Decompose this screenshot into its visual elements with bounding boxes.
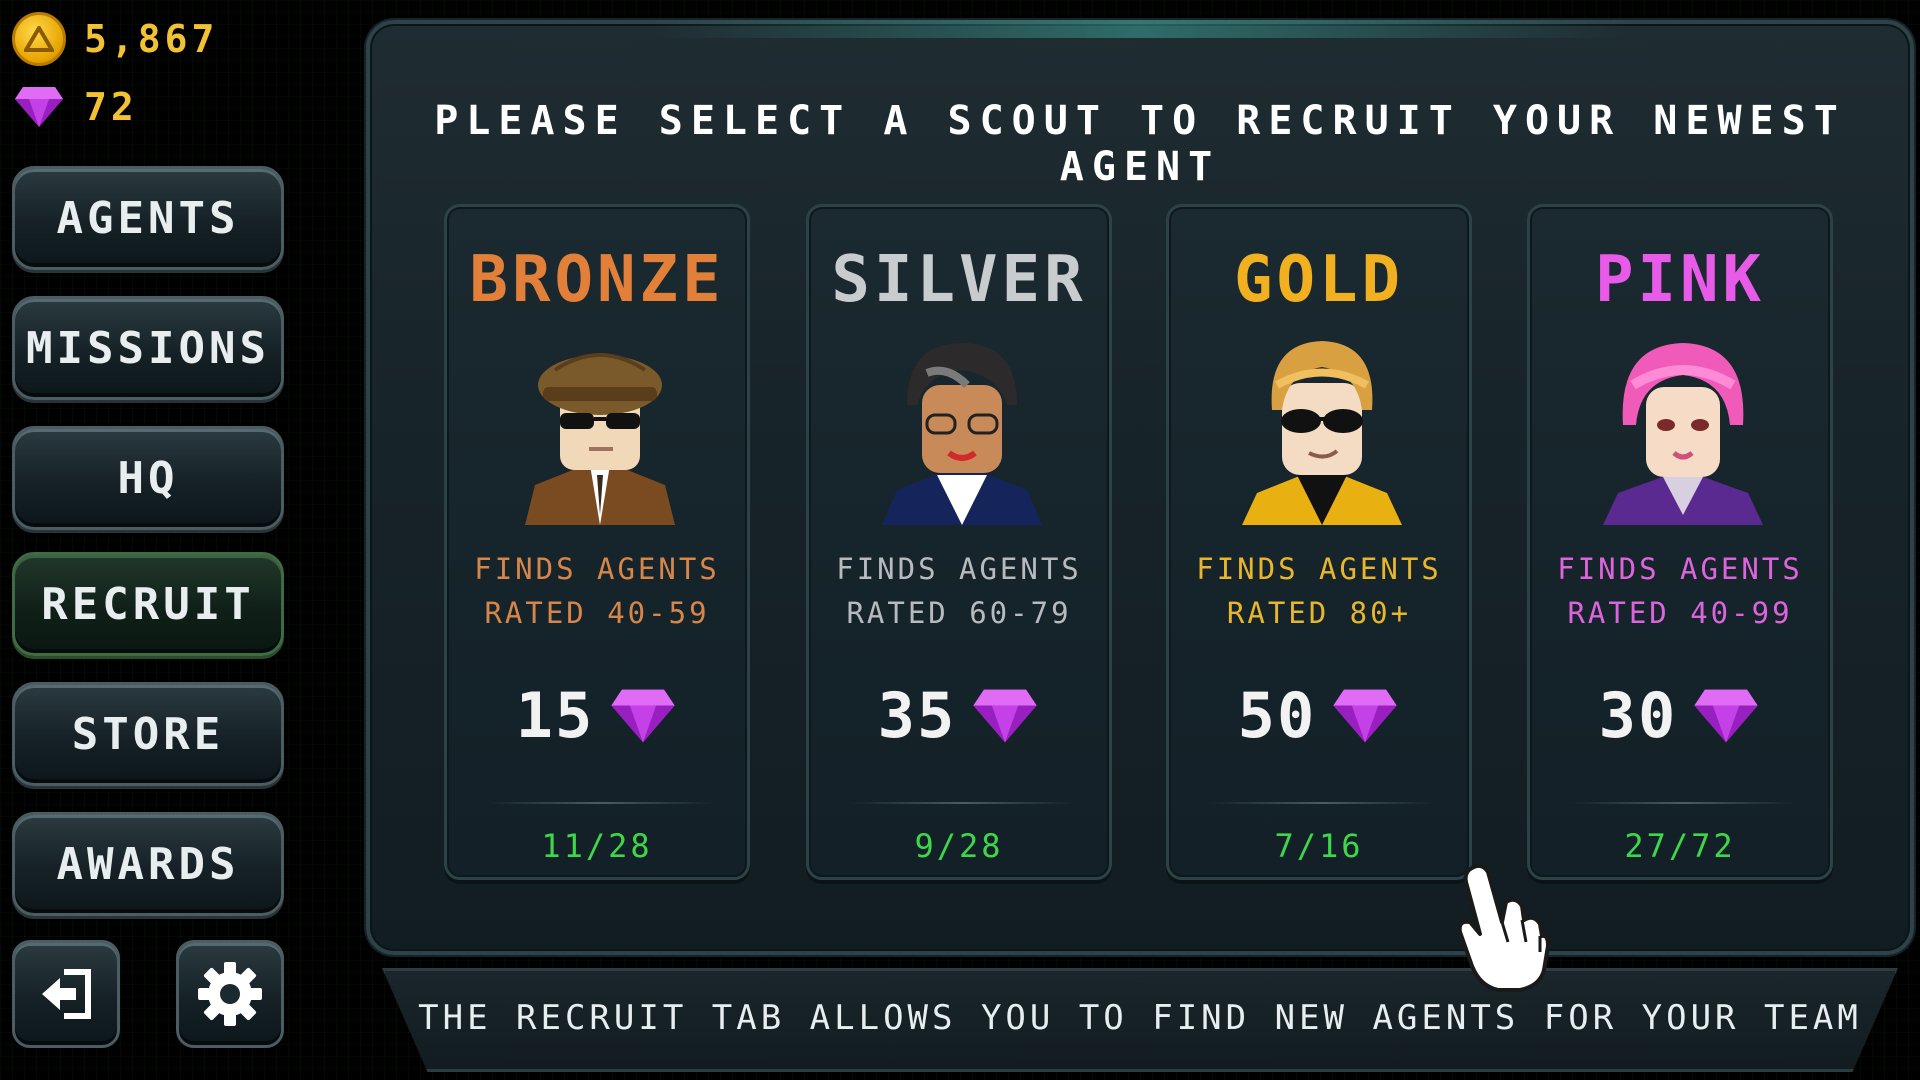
- scout-desc-line2: RATED 60-79: [846, 596, 1072, 630]
- gem-icon: [611, 689, 675, 742]
- nav-missions-button[interactable]: MISSIONS: [12, 296, 284, 400]
- nav-hq-button[interactable]: HQ: [12, 426, 284, 530]
- hand-pointer-icon: [1457, 863, 1550, 992]
- scout-description: FINDS AGENTS RATED 80+: [1169, 547, 1469, 635]
- silver-scout-portrait-icon: [882, 343, 1042, 525]
- gem-icon: [973, 689, 1037, 742]
- settings-button[interactable]: [176, 940, 284, 1048]
- scout-desc-line2: RATED 40-59: [484, 596, 710, 630]
- card-divider: [487, 802, 713, 804]
- scout-description: FINDS AGENTS RATED 40-99: [1530, 547, 1830, 635]
- scout-name: PINK: [1594, 243, 1766, 317]
- card-divider: [849, 802, 1075, 804]
- scout-cost: 50: [1169, 679, 1469, 752]
- scout-desc-line2: RATED 40-99: [1567, 596, 1793, 630]
- scout-cost: 15: [447, 679, 747, 752]
- gear-icon: [198, 962, 262, 1026]
- scout-card-silver[interactable]: SILVER FINDS AGENTS RATED 60-79 35 9/28: [806, 204, 1112, 880]
- scout-desc-line1: FINDS AGENTS: [1196, 552, 1442, 586]
- scout-desc-line1: FINDS AGENTS: [1557, 552, 1803, 586]
- scout-desc-line1: FINDS AGENTS: [836, 552, 1082, 586]
- pink-scout-portrait-icon: [1603, 343, 1763, 525]
- scout-cost: 35: [809, 679, 1109, 752]
- scout-description: FINDS AGENTS RATED 60-79: [809, 547, 1109, 635]
- gem-icon: [1694, 689, 1758, 742]
- cost-value: 30: [1598, 679, 1678, 752]
- coin-count: 5,867: [84, 17, 219, 61]
- gem-icon: [1333, 689, 1397, 742]
- cost-value: 35: [877, 679, 957, 752]
- card-divider: [1570, 802, 1796, 804]
- bronze-scout-portrait-icon: [525, 353, 675, 525]
- scout-cost: 30: [1530, 679, 1830, 752]
- scout-name: SILVER: [831, 243, 1087, 317]
- nav-store-button[interactable]: STORE: [12, 682, 284, 786]
- nav-recruit-button[interactable]: RECRUIT: [12, 552, 284, 656]
- scout-desc-line2: RATED 80+: [1226, 596, 1412, 630]
- scout-progress: 7/16: [1274, 827, 1364, 865]
- logout-icon: [42, 969, 91, 1019]
- scout-progress: 9/28: [914, 827, 1004, 865]
- scout-progress: 11/28: [541, 827, 653, 865]
- gem-count: 72: [84, 85, 138, 129]
- scout-progress: 27/72: [1624, 827, 1736, 865]
- scout-desc-line1: FINDS AGENTS: [474, 552, 720, 586]
- hint-text: THE RECRUIT TAB ALLOWS YOU TO FIND NEW A…: [418, 998, 1862, 1038]
- scout-description: FINDS AGENTS RATED 40-59: [447, 547, 747, 635]
- scout-name: GOLD: [1233, 243, 1405, 317]
- logout-button[interactable]: [12, 940, 120, 1048]
- page-title: PLEASE SELECT A SCOUT TO RECRUIT YOUR NE…: [434, 98, 1846, 190]
- gem-balance: 72: [12, 84, 138, 130]
- scout-card-bronze[interactable]: BRONZE FINDS AGENTS RATED 40-59 15 11/28: [444, 204, 750, 880]
- scout-card-pink[interactable]: PINK FINDS AGENTS RATED 40-99 30 27/72: [1527, 204, 1833, 880]
- gem-icon: [12, 84, 66, 130]
- cost-value: 50: [1237, 679, 1317, 752]
- nav-awards-button[interactable]: AWARDS: [12, 812, 284, 916]
- card-divider: [1209, 802, 1435, 804]
- coin-balance: 5,867: [12, 12, 218, 66]
- scout-card-gold[interactable]: GOLD FINDS AGENTS RATED 80+ 50 7/16: [1166, 204, 1472, 880]
- nav-agents-button[interactable]: AGENTS: [12, 166, 284, 270]
- coin-icon: [12, 12, 66, 66]
- gold-scout-portrait-icon: [1242, 341, 1402, 525]
- cost-value: 15: [515, 679, 595, 752]
- panel-glow: [650, 20, 1630, 38]
- scout-name: BRONZE: [469, 243, 725, 317]
